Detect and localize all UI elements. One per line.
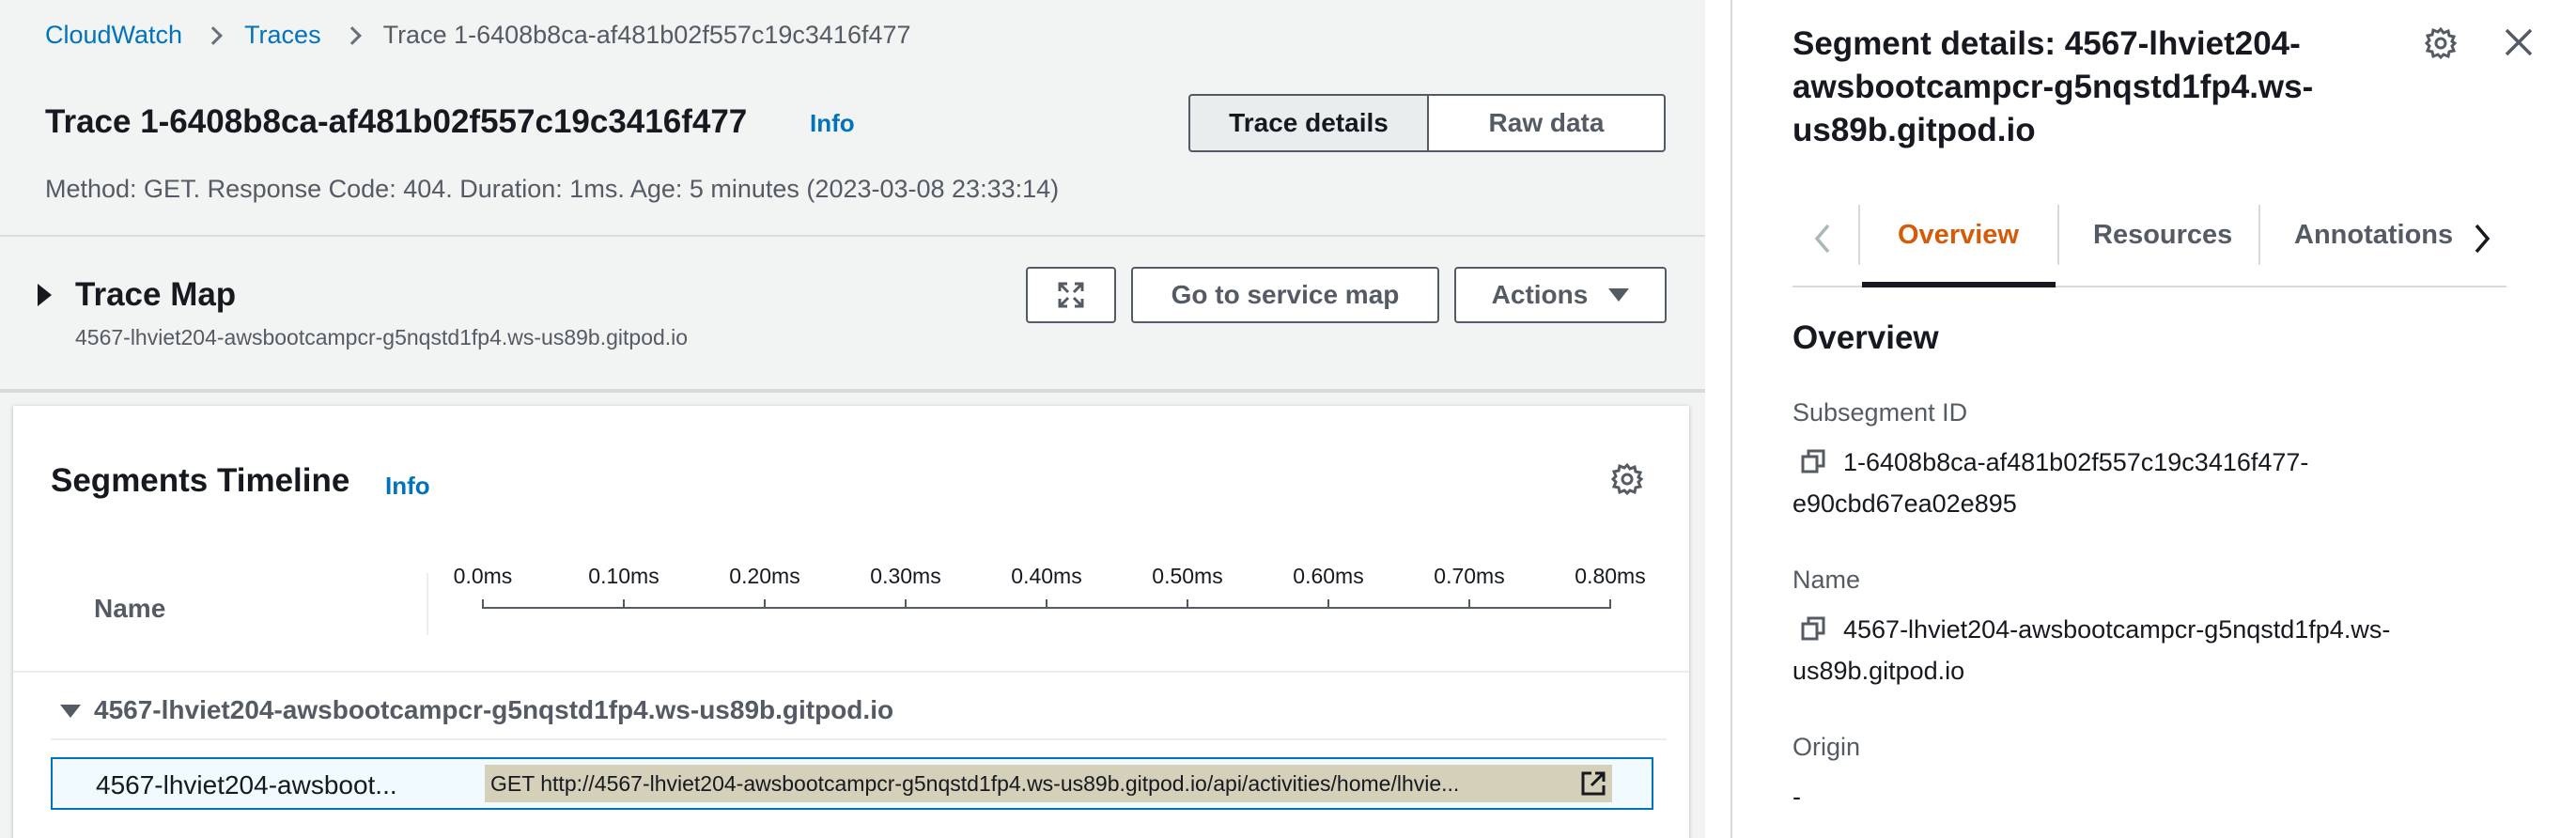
axis-tick-label: 0.10ms [588,564,660,588]
caret-down-icon [1608,288,1630,302]
segments-timeline-card: Segments Timeline Info Name 0.0ms 0.10ms 0… [13,406,1689,838]
actions-dropdown[interactable]: Actions [1454,267,1667,323]
axis-tick [1327,599,1329,609]
external-link-icon[interactable] [1580,770,1606,797]
axis-tick [905,599,907,609]
tab-overview[interactable]: Overview [1898,220,2019,251]
chevron-right-icon [342,25,362,45]
subsegment-id-label: Subsegment ID [1792,398,1968,427]
axis-tick [623,599,625,609]
axis-tick-label: 0.60ms [1293,564,1364,588]
segments-timeline-title: Segments Timeline [51,462,350,499]
timeline-axis: 0.0ms 0.10ms 0.20ms 0.30ms 0.40ms 0.50ms 0.60m… [454,564,1646,620]
segment-bar[interactable]: GET http://4567-lhviet204-awsbootcampcr-… [485,765,1612,802]
close-icon[interactable] [2501,24,2537,65]
fullscreen-icon [1058,282,1084,308]
raw-data-button[interactable]: Raw data [1429,94,1666,152]
timeline-info-link[interactable]: Info [385,472,430,501]
axis-tick-label: 0.50ms [1152,564,1223,588]
panel-tabs: Overview Resources Annotations [1792,203,2506,289]
axis-tick-label: 0.40ms [1011,564,1082,588]
trace-map-subtitle: 4567-lhviet204-awsbootcampcr-g5nqstd1fp4… [75,325,689,349]
origin-label: Origin [1792,733,1861,761]
actions-label: Actions [1491,280,1589,309]
active-tab-indicator [1862,282,2056,287]
view-toggle: Trace details Raw data [1188,94,1666,152]
name-value: 4567-lhviet204-awsbootcampcr-g5nqstd1fp4… [1792,609,2488,691]
segment-row[interactable]: 4567-lhviet204-awsboot... GET http://456… [51,757,1653,810]
tab-separator [2057,205,2059,265]
axis-tick [482,599,484,609]
name-label: Name [1792,566,1861,594]
panel-title: Segment details: 4567-lhviet204-awsbootc… [1792,25,2314,148]
subsegment-id-value: 1-6408b8ca-af481b02f557c19c3416f477-e90c… [1792,442,2488,524]
axis-tick [1468,599,1470,609]
tab-overflow-clip: Annotations [2281,203,2460,278]
divider [0,389,1705,393]
breadcrumb-current: Trace 1-6408b8ca-af481b02f557c19c3416f47… [382,21,911,49]
origin-value: - [1792,783,1801,811]
section-title: Overview [1792,319,1939,356]
chevron-right-icon [204,25,223,45]
go-to-service-map-button[interactable]: Go to service map [1131,267,1439,323]
trace-details-button[interactable]: Trace details [1188,94,1429,152]
main-content: CloudWatch Traces Trace 1-6408b8ca-af481… [0,0,1705,838]
axis-tick-label: 0.20ms [729,564,800,588]
column-resizer[interactable] [427,573,428,635]
settings-gear-icon[interactable] [1610,462,1644,501]
trace-map-title[interactable]: Trace Map [75,276,236,314]
axis-tick-label: 0.0ms [453,564,513,588]
axis-tick [1609,599,1611,609]
page-title: Trace 1-6408b8ca-af481b02f557c19c3416f47… [45,103,748,140]
segment-bar-label: GET http://4567-lhviet204-awsbootcampcr-… [490,770,1460,796]
tab-resources[interactable]: Resources [2093,220,2232,251]
name-text: 4567-lhviet204-awsbootcampcr-g5nqstd1fp4… [1792,615,2391,685]
subsegment-id-text: 1-6408b8ca-af481b02f557c19c3416f477-e90c… [1792,448,2309,518]
tab-annotations[interactable]: Annotations [2294,220,2453,251]
name-column-header: Name [94,594,166,623]
tab-separator [2258,205,2260,265]
breadcrumb-traces[interactable]: Traces [244,21,321,50]
segment-details-panel: Segment details: 4567-lhviet204-awsbootc… [1730,0,2576,838]
trace-description: Method: GET. Response Code: 404. Duratio… [45,175,1060,203]
chevron-left-icon[interactable] [1811,222,1834,256]
expand-caret-icon[interactable] [38,284,52,306]
segment-row-name: 4567-lhviet204-awsboot... [96,770,397,799]
copy-icon[interactable] [1800,448,1826,474]
copy-icon[interactable] [1800,615,1826,642]
settings-gear-icon[interactable] [2424,26,2458,65]
axis-tick-label: 0.70ms [1434,564,1505,588]
breadcrumb: CloudWatch Traces Trace 1-6408b8ca-af481… [45,21,911,50]
title-info-link[interactable]: Info [810,109,855,138]
divider [51,738,1667,740]
chevron-right-icon[interactable] [2471,222,2493,256]
segment-group-name[interactable]: 4567-lhviet204-awsbootcampcr-g5nqstd1fp4… [94,695,893,725]
collapse-caret-icon[interactable] [60,705,81,718]
axis-tick-label: 0.80ms [1575,564,1646,588]
axis-tick [1046,599,1047,609]
divider [13,671,1689,673]
divider [0,235,1705,237]
axis-tick-label: 0.30ms [870,564,941,588]
breadcrumb-cloudwatch[interactable]: CloudWatch [45,21,182,50]
tab-separator [1858,205,1860,265]
fullscreen-button[interactable] [1026,267,1116,323]
axis-tick [764,599,766,609]
axis-tick [1187,599,1188,609]
